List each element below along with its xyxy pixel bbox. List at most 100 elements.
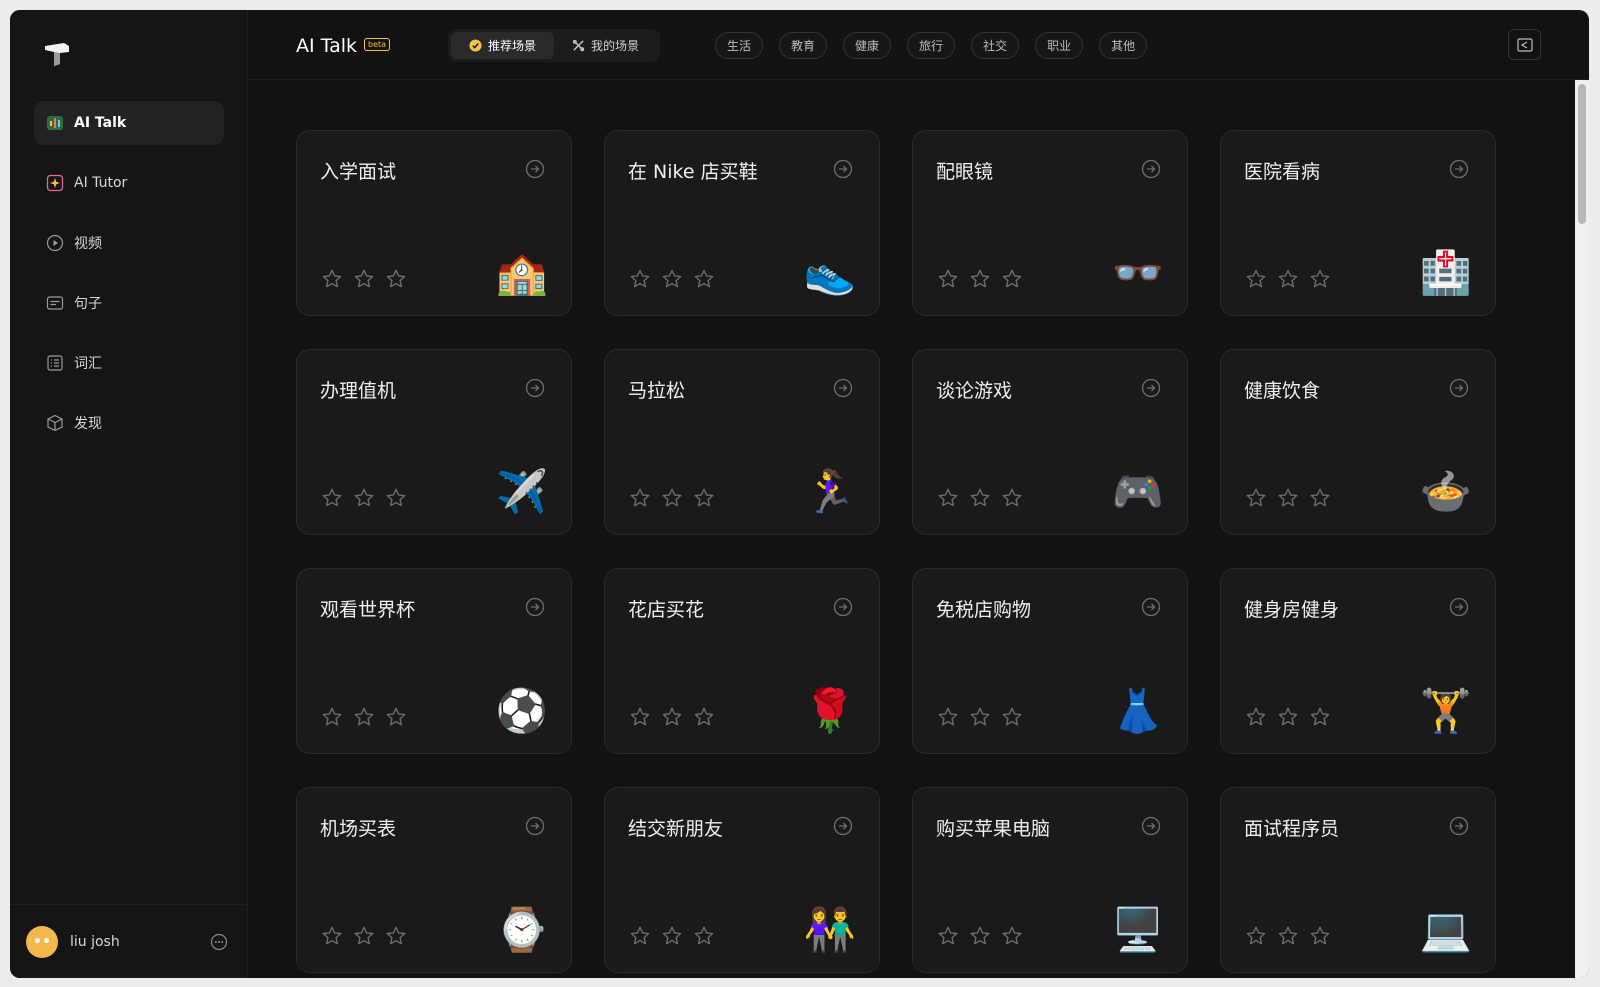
arrow-right-icon[interactable] — [525, 597, 545, 617]
arrow-right-icon[interactable] — [1449, 816, 1469, 836]
sidebar: AI Talk AI Tutor 视频句子词汇发现 liu josh — [10, 10, 248, 978]
sidebar-item-ai-talk[interactable]: AI Talk — [34, 101, 224, 145]
scene-card[interactable]: 医院看病 🏥 — [1220, 130, 1496, 316]
arrow-right-icon[interactable] — [525, 159, 545, 179]
arrow-right-icon[interactable] — [833, 816, 853, 836]
scene-title: 结交新朋友 — [628, 818, 724, 840]
arrow-right-icon[interactable] — [1141, 159, 1161, 179]
scene-title: 机场买表 — [320, 818, 397, 840]
star-icon — [385, 268, 407, 290]
sidebar-item-label: 发现 — [74, 416, 102, 432]
scene-emoji-icon: 🍲 — [1419, 467, 1473, 516]
arrow-right-icon[interactable] — [525, 378, 545, 398]
scene-emoji-icon: 👟 — [803, 248, 857, 297]
scene-card[interactable]: 结交新朋友 👫 — [604, 787, 880, 973]
sidebar-item-label: 句子 — [74, 296, 102, 312]
category-chip[interactable]: 旅行 — [907, 32, 956, 59]
arrow-right-icon[interactable] — [833, 378, 853, 398]
category-chip[interactable]: 职业 — [1035, 32, 1084, 59]
difficulty-stars — [937, 268, 1033, 290]
scrollbar[interactable] — [1575, 80, 1589, 978]
scene-title: 观看世界杯 — [320, 599, 416, 621]
arrow-right-icon[interactable] — [1449, 159, 1469, 179]
star-icon — [385, 706, 407, 728]
sidebar-item-ai-tutor[interactable]: AI Tutor — [34, 161, 224, 205]
star-icon — [1245, 925, 1267, 947]
scene-title: 面试程序员 — [1244, 818, 1340, 840]
arrow-right-icon[interactable] — [1141, 597, 1161, 617]
star-icon — [969, 925, 991, 947]
scene-card[interactable]: 免税店购物 👗 — [912, 568, 1188, 754]
scene-card[interactable]: 配眼镜 👓 — [912, 130, 1188, 316]
star-icon — [1245, 268, 1267, 290]
difficulty-stars — [937, 487, 1033, 509]
arrow-right-icon[interactable] — [1449, 597, 1469, 617]
scene-title: 购买苹果电脑 — [936, 818, 1051, 840]
scene-card[interactable]: 观看世界杯 ⚽ — [296, 568, 572, 754]
star-icon — [969, 268, 991, 290]
tab-my-scenes[interactable]: 我的场景 — [554, 32, 657, 59]
share-button[interactable] — [1508, 29, 1541, 60]
more-options-icon[interactable] — [210, 933, 228, 951]
star-icon — [1001, 706, 1023, 728]
scene-title: 花店买花 — [628, 599, 705, 621]
scene-card[interactable]: 花店买花 🌹 — [604, 568, 880, 754]
category-chip[interactable]: 社交 — [971, 32, 1020, 59]
scene-title: 办理值机 — [320, 380, 397, 402]
star-icon — [969, 706, 991, 728]
star-icon — [937, 706, 959, 728]
sidebar-item-label: 词汇 — [74, 356, 102, 372]
category-chip[interactable]: 生活 — [715, 32, 764, 59]
scene-emoji-icon: 🏋️ — [1419, 686, 1473, 735]
star-icon — [693, 925, 715, 947]
list-icon — [46, 354, 64, 372]
star-icon — [661, 487, 683, 509]
star-icon — [321, 487, 343, 509]
scene-card[interactable]: 健康饮食 🍲 — [1220, 349, 1496, 535]
category-chip[interactable]: 教育 — [779, 32, 828, 59]
scene-card[interactable]: 在 Nike 店买鞋 👟 — [604, 130, 880, 316]
dice-icon — [572, 39, 585, 52]
scene-title: 免税店购物 — [936, 599, 1032, 621]
scene-card[interactable]: 健身房健身 🏋️ — [1220, 568, 1496, 754]
sidebar-item-vocabulary[interactable]: 词汇 — [34, 341, 224, 385]
star-icon — [937, 487, 959, 509]
arrow-right-icon[interactable] — [1141, 816, 1161, 836]
scene-card[interactable]: 办理值机 ✈️ — [296, 349, 572, 535]
category-chip[interactable]: 其他 — [1099, 32, 1148, 59]
app-window: AI Talk AI Tutor 视频句子词汇发现 liu josh AI Talk… — [10, 10, 1589, 978]
arrow-right-icon[interactable] — [1141, 378, 1161, 398]
star-icon — [353, 706, 375, 728]
scene-grid: 入学面试 🏫 在 Nike 店买鞋 👟 配眼镜 👓 医院看病 🏥 办理值机 ✈️ 马拉松 🏃‍♀️ 谈论… — [296, 130, 1496, 973]
star-icon — [1309, 487, 1331, 509]
sidebar-item-sentences[interactable]: 句子 — [34, 281, 224, 325]
category-chip[interactable]: 健康 — [843, 32, 892, 59]
app-logo-icon — [45, 43, 69, 66]
scrollbar-thumb[interactable] — [1578, 84, 1586, 224]
avatar[interactable] — [26, 925, 58, 958]
scene-card[interactable]: 谈论游戏 🎮 — [912, 349, 1188, 535]
sidebar-item-label: 视频 — [74, 236, 102, 252]
arrow-right-icon[interactable] — [833, 159, 853, 179]
difficulty-stars — [629, 925, 725, 947]
scene-title: 医院看病 — [1244, 161, 1321, 183]
star-icon — [629, 925, 651, 947]
arrow-right-icon[interactable] — [1449, 378, 1469, 398]
arrow-right-icon[interactable] — [525, 816, 545, 836]
arrow-right-icon[interactable] — [833, 597, 853, 617]
scene-card[interactable]: 马拉松 🏃‍♀️ — [604, 349, 880, 535]
tab-recommended-scenes[interactable]: 推荐场景 — [451, 32, 554, 59]
scene-emoji-icon: 👗 — [1111, 686, 1165, 735]
main-area: AI Talk beta 推荐场景 我的场景 生活 教育 健康 旅行 社交 职业 其他 — [248, 10, 1589, 978]
scene-card[interactable]: 机场买表 ⌚ — [296, 787, 572, 973]
sparkle-icon — [46, 174, 64, 192]
star-icon — [1309, 268, 1331, 290]
difficulty-stars — [321, 268, 417, 290]
star-icon — [1001, 925, 1023, 947]
scene-card[interactable]: 购买苹果电脑 🖥️ — [912, 787, 1188, 973]
user-panel[interactable]: liu josh — [10, 904, 248, 978]
sidebar-item-discover[interactable]: 发现 — [34, 401, 224, 445]
scene-card[interactable]: 入学面试 🏫 — [296, 130, 572, 316]
scene-card[interactable]: 面试程序员 💻 — [1220, 787, 1496, 973]
sidebar-item-video[interactable]: 视频 — [34, 221, 224, 265]
